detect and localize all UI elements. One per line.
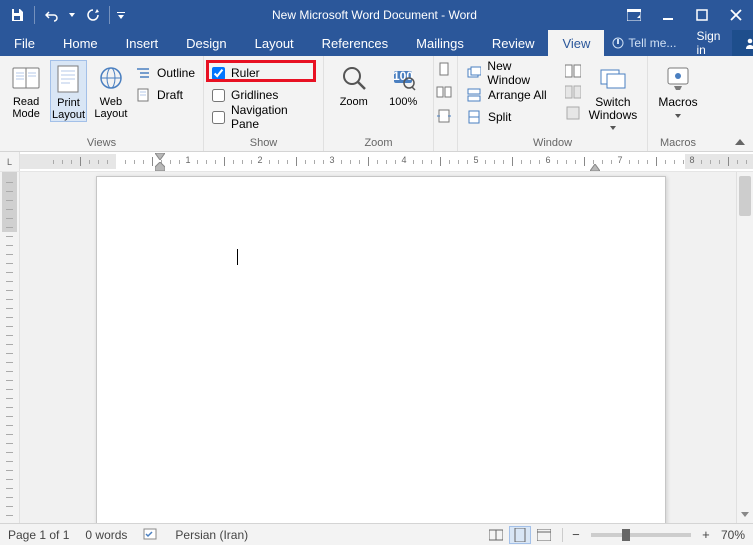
page[interactable] — [96, 176, 666, 523]
one-page-icon[interactable] — [436, 62, 452, 81]
tab-selector[interactable]: L — [0, 152, 20, 171]
group-label-views: Views — [8, 135, 195, 151]
read-mode-button[interactable]: Read Mode — [8, 60, 44, 120]
tab-view[interactable]: View — [548, 30, 604, 56]
document-area[interactable] — [20, 172, 736, 523]
ribbon-display-options-icon[interactable] — [617, 0, 651, 30]
horizontal-ruler[interactable]: L 12345678 — [0, 152, 753, 172]
ruler-checkbox[interactable]: Ruler — [212, 62, 260, 84]
group-label-zoom: Zoom — [332, 135, 425, 151]
web-layout-button[interactable]: Web Layout — [93, 60, 129, 120]
tab-home[interactable]: Home — [49, 30, 112, 56]
zoom-button[interactable]: Zoom — [332, 60, 376, 108]
first-line-indent-marker[interactable] — [155, 153, 165, 160]
new-window-button[interactable]: New Window — [466, 62, 555, 84]
language[interactable]: Persian (Iran) — [175, 528, 248, 542]
print-layout-view-icon[interactable] — [509, 526, 531, 544]
zoom-level[interactable]: 70% — [721, 528, 745, 542]
tab-design[interactable]: Design — [172, 30, 240, 56]
right-indent-marker[interactable] — [590, 164, 600, 171]
page-number[interactable]: Page 1 of 1 — [8, 528, 69, 542]
hanging-indent-marker[interactable] — [155, 162, 165, 171]
reset-window-position-icon[interactable] — [565, 106, 581, 123]
word-count[interactable]: 0 words — [85, 528, 127, 542]
read-mode-view-icon[interactable] — [485, 526, 507, 544]
arrange-all-button[interactable]: Arrange All — [466, 84, 555, 106]
view-side-by-side-icon[interactable] — [565, 64, 581, 81]
tab-review[interactable]: Review — [478, 30, 549, 56]
close-icon[interactable] — [719, 0, 753, 30]
tab-mailings[interactable]: Mailings — [402, 30, 478, 56]
collapse-ribbon-icon[interactable] — [733, 135, 747, 149]
group-label-show: Show — [212, 135, 315, 151]
draft-button[interactable]: Draft — [135, 84, 195, 106]
scroll-thumb[interactable] — [739, 176, 751, 216]
undo-dropdown-icon[interactable] — [67, 4, 77, 26]
synchronous-scrolling-icon[interactable] — [565, 85, 581, 102]
switch-windows-button[interactable]: Switch Windows — [587, 60, 639, 134]
tell-me[interactable]: Tell me... — [604, 30, 684, 56]
tab-insert[interactable]: Insert — [112, 30, 173, 56]
undo-icon[interactable] — [41, 4, 63, 26]
svg-text:100: 100 — [393, 69, 413, 83]
save-icon[interactable] — [6, 4, 28, 26]
print-layout-button[interactable]: Print Layout — [50, 60, 87, 122]
group-label-window: Window — [466, 135, 639, 151]
page-width-icon[interactable] — [436, 108, 452, 127]
titlebar: New Microsoft Word Document - Word — [0, 0, 753, 30]
spellcheck-icon[interactable] — [143, 528, 159, 542]
scroll-down-icon[interactable] — [737, 506, 753, 523]
tab-file[interactable]: File — [0, 30, 49, 56]
maximize-icon[interactable] — [685, 0, 719, 30]
ribbon-tabs: File Home Insert Design Layout Reference… — [0, 30, 753, 56]
split-button[interactable]: Split — [466, 106, 555, 128]
vertical-scrollbar[interactable] — [736, 172, 753, 523]
sign-in[interactable]: Sign in — [684, 30, 732, 56]
zoom-100-button[interactable]: 100 100% — [382, 60, 426, 108]
text-cursor — [237, 249, 238, 265]
outline-button[interactable]: Outline — [135, 62, 195, 84]
web-layout-view-icon[interactable] — [533, 526, 555, 544]
zoom-slider[interactable] — [591, 533, 691, 537]
vertical-ruler[interactable] — [0, 172, 20, 523]
tab-layout[interactable]: Layout — [241, 30, 308, 56]
redo-icon[interactable] — [81, 4, 103, 26]
tab-references[interactable]: References — [308, 30, 402, 56]
qat-customize-icon[interactable] — [116, 4, 126, 26]
minimize-icon[interactable] — [651, 0, 685, 30]
multiple-pages-icon[interactable] — [436, 85, 452, 104]
share-button[interactable]: Share — [732, 30, 753, 56]
macros-button[interactable]: Macros — [656, 60, 700, 121]
statusbar: Page 1 of 1 0 words Persian (Iran) − + 7… — [0, 523, 753, 545]
group-label-macros: Macros — [656, 135, 700, 151]
navigation-pane-checkbox[interactable]: Navigation Pane — [212, 106, 315, 128]
ribbon: Read Mode Print Layout Web Layout Outlin… — [0, 56, 753, 152]
window-title: New Microsoft Word Document - Word — [132, 8, 617, 22]
zoom-in-icon[interactable]: + — [699, 528, 713, 542]
zoom-out-icon[interactable]: − — [569, 528, 583, 542]
